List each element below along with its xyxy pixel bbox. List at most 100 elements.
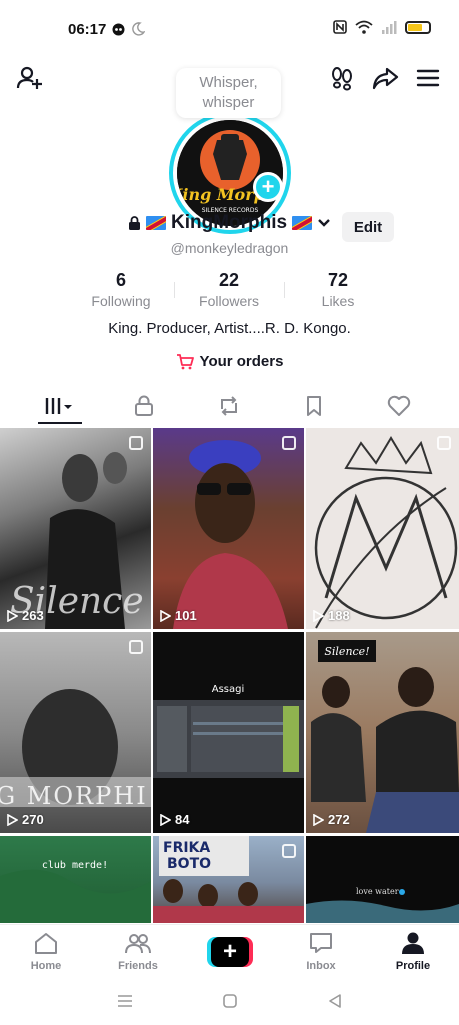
create-video-button[interactable]: +	[207, 937, 253, 967]
share-button[interactable]	[369, 62, 401, 94]
video-thumbnail[interactable]: G MORPHI 270	[0, 632, 151, 833]
chevron-down-icon	[318, 219, 330, 227]
nfc-icon	[333, 20, 347, 34]
stat-likes[interactable]: 72 Likes	[283, 270, 393, 309]
profile-stats: 6 Following 22 Followers 72 Likes	[0, 270, 459, 310]
multi-video-icon	[437, 436, 451, 450]
tab-private[interactable]	[114, 388, 174, 424]
name-row: KingMorphis Edit	[0, 212, 459, 242]
svg-text:love water: love water	[356, 887, 399, 896]
svg-text:Assagi: Assagi	[212, 684, 245, 695]
share-icon	[372, 67, 399, 90]
recent-apps-button[interactable]	[117, 992, 133, 1013]
stat-followers[interactable]: 22 Followers	[174, 270, 284, 309]
multi-video-icon	[129, 640, 143, 654]
home-icon	[35, 933, 57, 954]
play-icon	[313, 813, 324, 826]
menu-button[interactable]	[412, 62, 444, 94]
multi-video-icon	[282, 844, 296, 858]
nav-inbox-label: Inbox	[306, 960, 336, 972]
video-thumbnail[interactable]: club merde!	[0, 836, 151, 923]
lock-icon	[135, 395, 153, 416]
thumbnail-art: club merde!	[0, 860, 151, 923]
nav-inbox[interactable]: Inbox	[286, 931, 356, 972]
stat-value: 22	[218, 270, 240, 290]
grid-icon	[45, 398, 72, 414]
nav-friends[interactable]: Friends	[103, 931, 173, 972]
stat-value: 6	[115, 270, 126, 290]
play-icon	[160, 609, 171, 622]
tab-videos[interactable]	[30, 388, 90, 424]
video-thumbnail[interactable]: FRIKA BOTO	[153, 836, 304, 923]
video-thumbnail[interactable]: 188	[306, 428, 459, 629]
profile-handle: @monkeyledragon	[170, 240, 289, 256]
nav-friends-label: Friends	[118, 960, 158, 972]
battery-icon	[405, 20, 431, 34]
notification-icon	[112, 23, 125, 35]
bookmark-icon	[307, 396, 321, 416]
video-thumbnail[interactable]: Silence! 272	[306, 632, 459, 833]
video-thumbnail[interactable]: Silence 263	[0, 428, 151, 629]
whisper-bubble[interactable]: Whisper, whisper	[176, 68, 281, 118]
square-icon	[223, 994, 237, 1008]
play-icon	[160, 813, 171, 826]
video-thumbnail[interactable]: Assagi 84	[153, 632, 304, 833]
profile-name: KingMorphis	[171, 212, 288, 233]
edit-profile-button[interactable]: Edit	[342, 212, 394, 242]
add-friend-button[interactable]	[14, 62, 46, 94]
tab-reposts[interactable]	[199, 388, 259, 424]
svg-text:BOTO: BOTO	[167, 856, 211, 872]
view-count: 188	[313, 608, 350, 623]
play-icon	[313, 609, 324, 622]
svg-text:G MORPHI: G MORPHI	[0, 782, 148, 810]
tab-active-indicator	[38, 422, 82, 424]
content-tabs	[0, 388, 459, 426]
your-orders-label: Your orders	[199, 353, 284, 370]
thumbnail-art: G MORPHI	[0, 689, 151, 810]
back-system-button[interactable]	[328, 992, 342, 1013]
status-bar: 06:17	[0, 0, 459, 60]
thumbnail-art	[173, 440, 288, 629]
profile-bio: King. Producer, Artist....R. D. Kongo.	[108, 320, 351, 337]
status-icons-left	[112, 22, 145, 36]
profile-name-switcher[interactable]: KingMorphis	[128, 212, 331, 234]
wifi-icon	[355, 20, 373, 34]
svg-text:club merde!: club merde!	[42, 860, 108, 871]
profile-avatar[interactable]: King Morphis SILENCE RECORDS +	[169, 112, 291, 234]
view-count: 263	[7, 608, 44, 623]
view-count: 270	[7, 812, 44, 827]
view-count: 101	[160, 608, 197, 623]
status-icons-right	[333, 20, 431, 34]
flag-icon	[292, 216, 313, 230]
video-thumbnail[interactable]: 101	[153, 428, 304, 629]
nav-profile[interactable]: Profile	[378, 931, 448, 972]
view-count: 272	[313, 812, 350, 827]
home-system-button[interactable]	[223, 992, 237, 1013]
stat-following[interactable]: 6 Following	[66, 270, 176, 309]
signal-icon	[382, 21, 397, 34]
cart-icon	[176, 353, 194, 369]
repost-icon	[221, 396, 237, 416]
svg-text:FRIKA: FRIKA	[163, 840, 210, 856]
nav-home-label: Home	[30, 960, 62, 972]
footprints-button[interactable]	[326, 62, 358, 94]
menu-icon	[118, 995, 132, 1007]
thumbnail-art	[314, 436, 458, 629]
friends-icon	[125, 934, 151, 954]
add-user-icon	[16, 66, 42, 89]
plus-icon: +	[211, 937, 249, 967]
footprints-icon	[332, 67, 352, 91]
stat-value: 72	[327, 270, 349, 290]
flag-icon	[146, 216, 166, 230]
play-icon	[7, 813, 18, 826]
tab-liked[interactable]	[369, 388, 429, 424]
nav-home[interactable]: Home	[11, 931, 81, 972]
add-story-button[interactable]: +	[253, 172, 283, 202]
back-icon	[329, 994, 341, 1008]
your-orders-link[interactable]: Your orders	[0, 353, 459, 370]
status-time: 06:17	[68, 21, 107, 38]
stat-label: Following	[91, 293, 151, 309]
tab-favorites[interactable]	[284, 388, 344, 424]
video-thumbnail[interactable]: love water	[306, 836, 459, 923]
svg-text:Silence!: Silence!	[324, 645, 369, 658]
